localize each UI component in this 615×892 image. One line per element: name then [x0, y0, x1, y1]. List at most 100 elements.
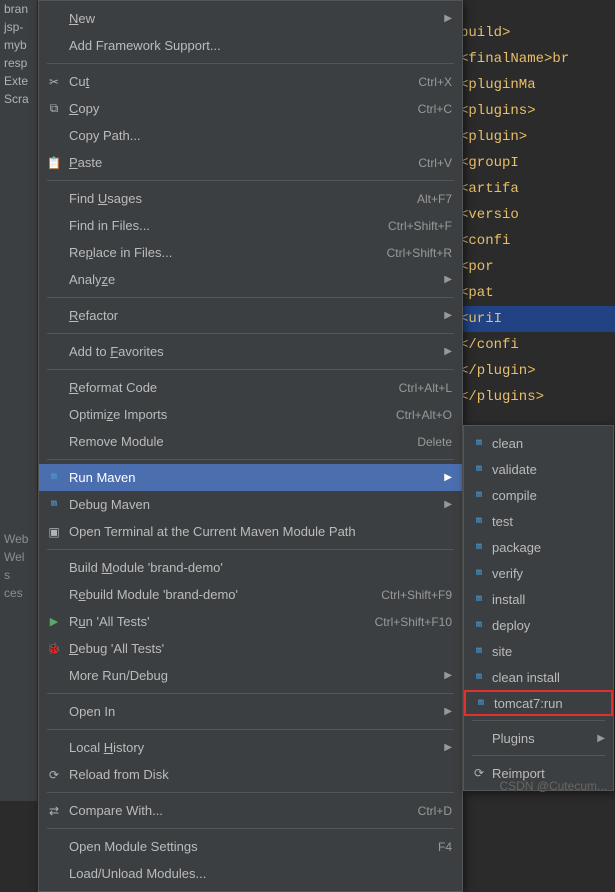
separator [472, 720, 605, 721]
separator [47, 297, 454, 298]
blank-icon [45, 587, 63, 603]
menu-item-local-history[interactable]: Local History ▶ [39, 734, 462, 761]
maven-goal-deploy[interactable]: mdeploy [464, 612, 613, 638]
menu-item-open-terminal-at-the-current-maven-module-path[interactable]: ▣Open Terminal at the Current Maven Modu… [39, 518, 462, 545]
chevron-right-icon: ▶ [444, 346, 452, 357]
maven-goal-clean-install[interactable]: mclean install [464, 664, 613, 690]
chevron-right-icon: ▶ [444, 706, 452, 717]
code-line: <finalName>br [460, 51, 569, 67]
separator [47, 369, 454, 370]
code-line: <artifa [460, 181, 519, 197]
menu-item-rebuild-module-brand-demo[interactable]: Rebuild Module 'brand-demo'Ctrl+Shift+F9 [39, 581, 462, 608]
submenu-label: Reimport [492, 766, 605, 781]
tree-item[interactable]: resp [0, 54, 37, 72]
menu-label: Copy Path... [69, 128, 452, 143]
menu-label: Replace in Files... [69, 245, 379, 260]
maven-icon: m [470, 435, 488, 451]
maven-goal-test[interactable]: mtest [464, 508, 613, 534]
maven-goal-install[interactable]: minstall [464, 586, 613, 612]
project-tree[interactable]: bran jsp- myb resp Exte Scra [0, 0, 38, 801]
tree-item[interactable]: bran [0, 0, 37, 18]
code-line: <plugins> [460, 103, 536, 119]
menu-item-build-module-brand-demo[interactable]: Build Module 'brand-demo' [39, 554, 462, 581]
code-line: <pat [460, 285, 494, 301]
maven-goal-verify[interactable]: mverify [464, 560, 613, 586]
code-line: build> [460, 25, 510, 41]
submenu-reimport[interactable]: ⟳Reimport [464, 760, 613, 786]
tree-item[interactable]: Scra [0, 90, 37, 108]
context-menu[interactable]: New▶Add Framework Support... ✂CutCtrl+X⧉C… [38, 0, 463, 892]
reload-icon: ⟳ [45, 767, 63, 783]
tab-s[interactable]: s [0, 566, 40, 584]
menu-item-more-run-debug[interactable]: More Run/Debug▶ [39, 662, 462, 689]
menu-item-add-to-favorites[interactable]: Add to Favorites▶ [39, 338, 462, 365]
compare-icon: ⇄ [45, 803, 63, 819]
menu-item-compare-with[interactable]: ⇄Compare With...Ctrl+D [39, 797, 462, 824]
maven-goal-site[interactable]: msite [464, 638, 613, 664]
maven-goal-compile[interactable]: mcompile [464, 482, 613, 508]
menu-label: Find Usages [69, 191, 409, 206]
menu-item-refactor[interactable]: Refactor ▶ [39, 302, 462, 329]
menu-item-analyze[interactable]: Analyze▶ [39, 266, 462, 293]
menu-item-open-in[interactable]: Open In ▶ [39, 698, 462, 725]
maven-goal-package[interactable]: mpackage [464, 534, 613, 560]
goal-label: clean [492, 436, 605, 451]
tree-item[interactable]: myb [0, 36, 37, 54]
menu-item-add-framework-support[interactable]: Add Framework Support... [39, 32, 462, 59]
menu-item-optimize-imports[interactable]: Optimize ImportsCtrl+Alt+O [39, 401, 462, 428]
blank-icon [45, 839, 63, 855]
maven-icon: m [45, 497, 63, 513]
paste-icon: 📋 [45, 155, 63, 171]
term-icon: ▣ [45, 524, 63, 540]
maven-goal-clean[interactable]: mclean [464, 430, 613, 456]
menu-item-find-in-files[interactable]: Find in Files...Ctrl+Shift+F [39, 212, 462, 239]
menu-label: Refactor [69, 308, 436, 323]
maven-icon: m [470, 643, 488, 659]
menu-label: Local History [69, 740, 436, 755]
tab-wel[interactable]: Wel [0, 548, 40, 566]
goal-label: package [492, 540, 605, 555]
cut-icon: ✂ [45, 74, 63, 90]
menu-item-load-unload-modules[interactable]: Load/Unload Modules... [39, 860, 462, 887]
menu-item-replace-in-files[interactable]: Replace in Files...Ctrl+Shift+R [39, 239, 462, 266]
maven-icon: m [470, 461, 488, 477]
menu-item-debug-all-tests[interactable]: 🐞Debug 'All Tests' [39, 635, 462, 662]
menu-item-run-all-tests[interactable]: ▶Run 'All Tests'Ctrl+Shift+F10 [39, 608, 462, 635]
menu-item-copy[interactable]: ⧉CopyCtrl+C [39, 95, 462, 122]
chevron-right-icon: ▶ [444, 310, 452, 321]
tree-item[interactable]: Exte [0, 72, 37, 90]
menu-item-copy-path[interactable]: Copy Path... [39, 122, 462, 149]
menu-label: Rebuild Module 'brand-demo' [69, 587, 373, 602]
menu-label: Run 'All Tests' [69, 614, 367, 629]
maven-goal-tomcat7-run[interactable]: mtomcat7:run [464, 690, 613, 716]
menu-item-cut[interactable]: ✂CutCtrl+X [39, 68, 462, 95]
tree-item[interactable]: jsp- [0, 18, 37, 36]
menu-item-new[interactable]: New▶ [39, 5, 462, 32]
menu-item-remove-module[interactable]: Remove ModuleDelete [39, 428, 462, 455]
chevron-right-icon: ▶ [444, 742, 452, 753]
tab-web[interactable]: Web [0, 530, 40, 548]
run-maven-submenu[interactable]: mcleanmvalidatemcompilemtestmpackagemver… [463, 425, 614, 791]
menu-item-paste[interactable]: 📋PasteCtrl+V [39, 149, 462, 176]
maven-goal-validate[interactable]: mvalidate [464, 456, 613, 482]
menu-label: Open In [69, 704, 436, 719]
blank-icon [45, 434, 63, 450]
menu-item-find-usages[interactable]: Find UsagesAlt+F7 [39, 185, 462, 212]
menu-label: Load/Unload Modules... [69, 866, 452, 881]
goal-label: test [492, 514, 605, 529]
blank-icon [45, 344, 63, 360]
submenu-plugins[interactable]: Plugins▶ [464, 725, 613, 751]
tab-ces[interactable]: ces [0, 584, 40, 602]
separator [47, 549, 454, 550]
menu-item-reload-from-disk[interactable]: ⟳Reload from Disk [39, 761, 462, 788]
menu-item-reformat-code[interactable]: Reformat CodeCtrl+Alt+L [39, 374, 462, 401]
menu-item-open-module-settings[interactable]: Open Module SettingsF4 [39, 833, 462, 860]
blank-icon [470, 730, 488, 746]
maven-icon: m [472, 695, 490, 711]
menu-item-debug-maven[interactable]: mDebug Maven▶ [39, 491, 462, 518]
blank-icon [45, 740, 63, 756]
shortcut: F4 [438, 840, 452, 854]
separator [47, 729, 454, 730]
blank-icon [45, 128, 63, 144]
menu-item-run-maven[interactable]: mRun Maven▶ [39, 464, 462, 491]
